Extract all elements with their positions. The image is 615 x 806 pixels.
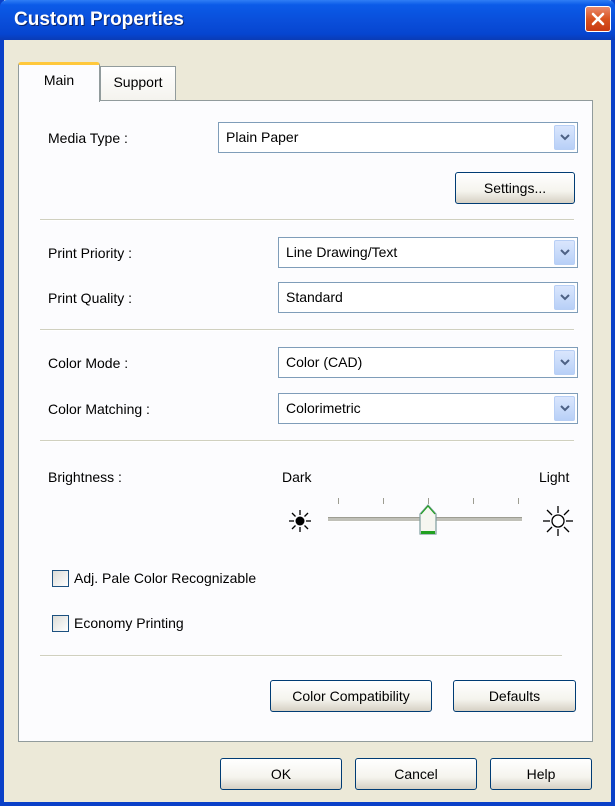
help-button[interactable]: Help [490, 758, 592, 790]
color-matching-label: Color Matching : [48, 401, 150, 417]
color-mode-label: Color Mode : [48, 355, 129, 371]
slider-thumb[interactable] [419, 504, 437, 536]
chevron-down-icon[interactable] [554, 240, 575, 265]
color-matching-value: Colorimetric [286, 400, 361, 416]
window-title: Custom Properties [14, 9, 184, 30]
title-bar[interactable]: Custom Properties [0, 0, 615, 40]
color-mode-value: Color (CAD) [286, 354, 363, 370]
slider-tick [518, 498, 519, 504]
light-sun-icon [543, 506, 573, 536]
slider-tick [338, 498, 339, 504]
color-mode-select[interactable]: Color (CAD) [278, 347, 578, 378]
media-type-label: Media Type : [48, 130, 128, 146]
print-priority-select[interactable]: Line Drawing/Text [278, 237, 578, 268]
color-matching-select[interactable]: Colorimetric [278, 393, 578, 424]
color-compatibility-button[interactable]: Color Compatibility [270, 680, 432, 712]
adj-pale-color-label[interactable]: Adj. Pale Color Recognizable [74, 570, 256, 586]
economy-printing-checkbox[interactable] [52, 615, 69, 632]
close-button[interactable] [585, 6, 611, 32]
media-type-select[interactable]: Plain Paper [218, 122, 578, 153]
dark-sun-icon [289, 510, 311, 532]
slider-tick [473, 498, 474, 504]
tab-main[interactable]: Main [18, 62, 100, 102]
divider [40, 329, 574, 331]
slider-tick [383, 498, 384, 504]
tab-support[interactable]: Support [100, 66, 176, 100]
print-quality-label: Print Quality : [48, 290, 133, 306]
chevron-down-icon[interactable] [554, 396, 575, 421]
chevron-down-icon[interactable] [554, 350, 575, 375]
brightness-label: Brightness : [48, 469, 122, 485]
settings-button[interactable]: Settings... [455, 172, 575, 204]
print-priority-value: Line Drawing/Text [286, 244, 398, 260]
cancel-button[interactable]: Cancel [355, 758, 477, 790]
ok-button[interactable]: OK [220, 758, 342, 790]
divider [40, 655, 562, 657]
media-type-value: Plain Paper [226, 129, 299, 145]
chevron-down-icon[interactable] [554, 285, 575, 310]
adj-pale-color-checkbox[interactable] [52, 570, 69, 587]
print-quality-value: Standard [286, 289, 343, 305]
defaults-button[interactable]: Defaults [453, 680, 576, 712]
divider [40, 440, 574, 442]
close-icon [591, 12, 605, 26]
economy-printing-label[interactable]: Economy Printing [74, 615, 184, 631]
divider [40, 219, 574, 221]
brightness-dark-label: Dark [282, 469, 312, 485]
chevron-down-icon[interactable] [554, 125, 575, 150]
print-priority-label: Print Priority : [48, 245, 133, 261]
brightness-light-label: Light [539, 469, 570, 485]
print-quality-select[interactable]: Standard [278, 282, 578, 313]
